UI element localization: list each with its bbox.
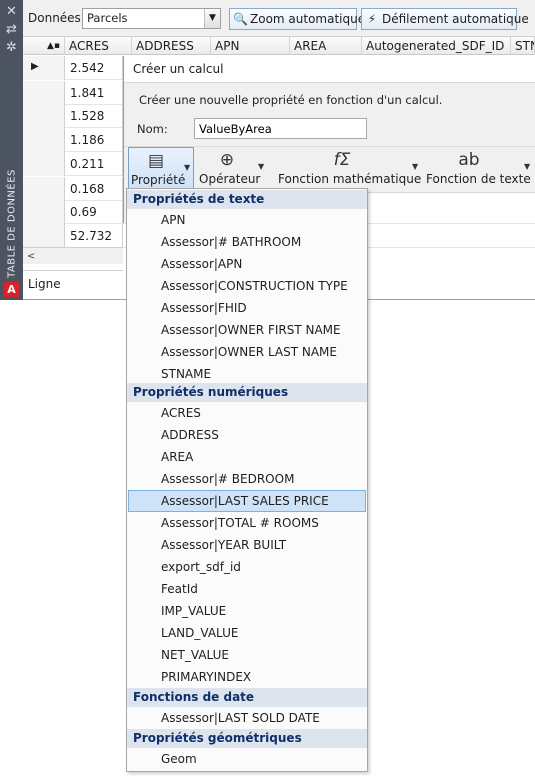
group-header-date-functions: Fonctions de date	[127, 688, 367, 707]
horizontal-scrollbar[interactable]: <	[23, 247, 123, 264]
menu-item[interactable]: LAND_VALUE	[128, 622, 366, 644]
column-header-address[interactable]: ADDRESS	[132, 37, 211, 55]
name-label: Nom:	[137, 122, 168, 136]
menu-item[interactable]: PRIMARYINDEX	[128, 666, 366, 688]
table-cell-acres[interactable]: 0.211	[65, 152, 123, 176]
menu-item[interactable]: NET_VALUE	[128, 644, 366, 666]
row-selector[interactable]	[23, 200, 65, 224]
group-header-text-properties: Propriétés de texte	[127, 190, 367, 209]
menu-item[interactable]: Assessor|OWNER FIRST NAME	[128, 319, 366, 341]
table-cell-acres[interactable]: 0.168	[65, 177, 123, 201]
current-row-arrow-icon: ▶	[31, 61, 39, 72]
menu-item[interactable]: Assessor|# BEDROOM	[128, 468, 366, 490]
math-function-button[interactable]: fΣ Fonction mathématique ▼	[272, 147, 422, 189]
menu-item[interactable]: IMP_VALUE	[128, 600, 366, 622]
chevron-down-icon: ▼	[524, 162, 531, 171]
row-selector[interactable]: ▶	[23, 56, 65, 80]
menu-item[interactable]: Geom	[128, 748, 366, 770]
row-selector[interactable]	[23, 224, 65, 248]
menu-item[interactable]: Assessor|OWNER LAST NAME	[128, 341, 366, 363]
scroll-auto-label: Défilement automatique	[382, 12, 529, 26]
scroll-auto-button[interactable]: ⚡ Défilement automatique	[361, 8, 529, 30]
row-selector[interactable]	[23, 104, 65, 128]
pin-icon[interactable]: ⇄	[0, 22, 23, 38]
menu-item[interactable]: Assessor|APN	[128, 253, 366, 275]
table-cell-acres[interactable]: 2.542	[65, 56, 123, 80]
row-selector[interactable]	[23, 177, 65, 201]
scroll-left-icon[interactable]: <	[27, 251, 35, 262]
name-input[interactable]	[194, 118, 367, 139]
operator-button[interactable]: ⊕ Opérateur ▼	[196, 147, 270, 189]
menu-item[interactable]: APN	[128, 209, 366, 231]
zoom-icon: 🔍	[233, 12, 248, 26]
property-button-label: Propriété	[131, 173, 186, 187]
lightning-icon: ⚡	[367, 12, 377, 26]
column-header-apn[interactable]: APN	[211, 37, 290, 55]
column-header-acres[interactable]: ACRES	[65, 37, 132, 55]
autodesk-logo-icon: A	[4, 282, 19, 297]
chevron-down-icon: ▼	[258, 162, 265, 171]
text-function-label: Fonction de texte	[426, 172, 531, 186]
chevron-down-icon[interactable]: ▼	[204, 9, 220, 28]
menu-item[interactable]: ADDRESS	[128, 424, 366, 446]
group-header-numeric-properties: Propriétés numériques	[127, 383, 367, 402]
menu-item[interactable]: Assessor|# BATHROOM	[128, 231, 366, 253]
settings-icon[interactable]: ✲	[0, 40, 23, 56]
data-source-select[interactable]: Parcels ▼	[82, 8, 221, 29]
menu-item-selected[interactable]: Assessor|LAST SALES PRICE	[128, 490, 366, 512]
close-icon[interactable]: ✕	[0, 4, 23, 20]
data-source-label: Données:	[28, 11, 85, 25]
data-source-value: Parcels	[87, 11, 128, 25]
table-cell-acres[interactable]: 1.841	[65, 81, 123, 105]
math-function-icon: fΣ	[333, 150, 351, 170]
menu-item[interactable]: FeatId	[128, 578, 366, 600]
status-row-label: Ligne	[28, 277, 61, 291]
property-dropdown-menu: Propriétés de texte APN Assessor|# BATHR…	[126, 188, 368, 772]
row-selector[interactable]	[23, 81, 65, 105]
menu-item[interactable]: ACRES	[128, 402, 366, 424]
operator-icon: ⊕	[219, 150, 235, 170]
menu-item[interactable]: export_sdf_id	[128, 556, 366, 578]
palette-side-strip: ✕ ⇄ ✲ TABLE DE DONNÉES A	[0, 0, 23, 300]
menu-item[interactable]: Assessor|FHID	[128, 297, 366, 319]
dialog-description: Créer une nouvelle propriété en fonction…	[139, 93, 443, 107]
grid-header-row: ▲▪ ACRES ADDRESS APN AREA Autogenerated_…	[23, 37, 535, 55]
dialog-title-bar: Créer un calcul	[124, 56, 535, 83]
property-button[interactable]: ▤ Propriété ▼	[128, 147, 194, 189]
operator-button-label: Opérateur	[199, 172, 261, 186]
table-cell-acres[interactable]: 52.732	[65, 224, 123, 248]
menu-item[interactable]: Assessor|YEAR BUILT	[128, 534, 366, 556]
calculation-ribbon: ▤ Propriété ▼ ⊕ Opérateur ▼ fΣ Fonction …	[124, 146, 535, 189]
menu-item[interactable]: Assessor|CONSTRUCTION TYPE	[128, 275, 366, 297]
column-header-area[interactable]: AREA	[290, 37, 362, 55]
menu-item[interactable]: STNAME	[128, 363, 366, 385]
chevron-down-icon: ▼	[184, 163, 191, 172]
math-function-label: Fonction mathématique	[278, 172, 422, 186]
row-selector[interactable]	[23, 152, 65, 176]
column-header-stname[interactable]: STN	[511, 37, 535, 55]
expression-area[interactable]	[364, 192, 535, 223]
dialog-title: Créer un calcul	[133, 62, 224, 76]
palette-vertical-title: TABLE DE DONNÉES	[6, 169, 18, 278]
zoom-auto-button[interactable]: 🔍 Zoom automatique	[229, 8, 365, 30]
menu-item[interactable]: AREA	[128, 446, 366, 468]
text-function-button[interactable]: ab Fonction de texte ▼	[422, 147, 535, 189]
menu-item[interactable]: Assessor|LAST SOLD DATE	[128, 707, 366, 729]
column-header-autogenerated-id[interactable]: Autogenerated_SDF_ID	[362, 37, 511, 55]
property-list-icon: ▤	[147, 151, 165, 171]
row-selector[interactable]	[23, 128, 65, 152]
table-cell-acres[interactable]: 0.69	[65, 200, 123, 224]
text-function-icon: ab	[458, 150, 480, 170]
data-table-toolbar: Données: Parcels ▼ 🔍 Zoom automatique ⚡ …	[23, 0, 535, 37]
status-bar: Ligne	[23, 270, 123, 298]
sort-handle-icon[interactable]: ▲▪	[23, 37, 65, 55]
group-header-geometric-properties: Propriétés géométriques	[127, 729, 367, 748]
table-cell-acres[interactable]: 1.186	[65, 128, 123, 152]
chevron-down-icon: ▼	[412, 162, 419, 171]
zoom-auto-label: Zoom automatique	[250, 12, 366, 26]
menu-item[interactable]: Assessor|TOTAL # ROOMS	[128, 512, 366, 534]
table-cell-acres[interactable]: 1.528	[65, 104, 123, 128]
